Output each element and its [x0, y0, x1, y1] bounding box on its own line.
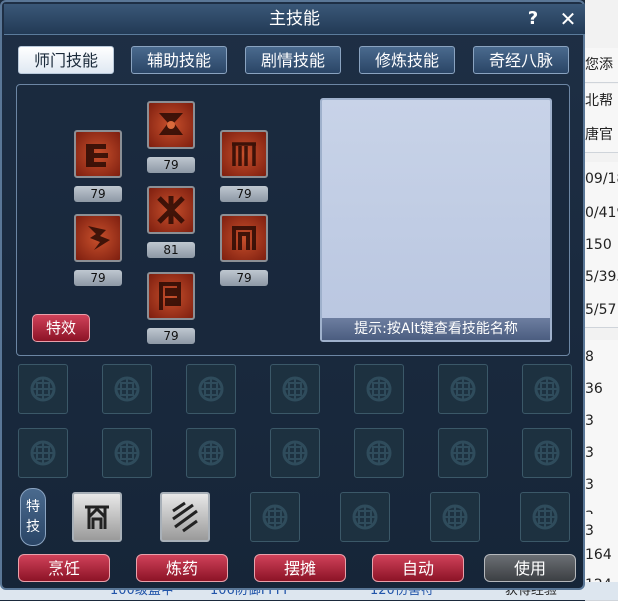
use-button[interactable]: 使用	[484, 554, 576, 582]
skill-slot-3[interactable]	[147, 101, 195, 149]
skill-slot-4[interactable]	[147, 186, 195, 234]
skills-window: 主技能 ? ✕ 师门技能 辅助技能 剧情技能 修炼技能 奇经八脉 79 79 7…	[0, 0, 585, 590]
empty-skill-slot[interactable]	[438, 364, 488, 414]
empty-skill-slot[interactable]	[186, 428, 236, 478]
skill-level-7: 79	[220, 270, 268, 286]
skill-info-panel: 提示:按Alt键查看技能名称	[320, 98, 552, 342]
crossed-blades-icon	[159, 113, 183, 135]
effects-button[interactable]: 特效	[32, 314, 90, 342]
gate-icon	[232, 142, 256, 166]
empty-skill-slot[interactable]	[438, 428, 488, 478]
knot-emblem-icon	[534, 376, 560, 402]
knot-emblem-icon	[282, 440, 308, 466]
skill-level-3: 79	[147, 157, 195, 173]
bg-text-4: 09/18	[585, 162, 618, 197]
empty-skill-slot[interactable]	[270, 364, 320, 414]
knot-emblem-icon	[114, 440, 140, 466]
tab-meridians[interactable]: 奇经八脉	[473, 46, 569, 74]
bg-text-7: 5/395	[585, 260, 618, 295]
bg-text-12: 3	[585, 436, 618, 471]
empty-skill-slot[interactable]	[102, 428, 152, 478]
bg-text-3: 唐官	[585, 118, 618, 153]
empty-skill-slot[interactable]	[354, 428, 404, 478]
knot-emblem-icon	[450, 376, 476, 402]
empty-skill-slot[interactable]	[18, 428, 68, 478]
tab-assist-skills[interactable]: 辅助技能	[131, 46, 227, 74]
tab-story-skills[interactable]: 剧情技能	[245, 46, 341, 74]
tab-school-skills[interactable]: 师门技能	[18, 46, 114, 74]
skill-slot-5[interactable]	[147, 272, 195, 320]
column-rune-icon	[232, 226, 256, 250]
knot-emblem-icon	[30, 376, 56, 402]
empty-special-slot[interactable]	[520, 492, 570, 542]
armor-rune-icon	[85, 505, 109, 529]
skill-level-1: 79	[74, 186, 122, 202]
bg-text-11: 3	[585, 404, 618, 439]
empty-special-slot[interactable]	[250, 492, 300, 542]
empty-skill-slot[interactable]	[354, 364, 404, 414]
empty-skill-slot[interactable]	[522, 364, 572, 414]
bg-text-16: 164	[585, 540, 618, 571]
skill-slot-2[interactable]	[74, 214, 122, 262]
special-skill-2[interactable]	[160, 492, 210, 542]
bg-text-5: 0/419	[585, 196, 618, 231]
triple-cross-icon	[157, 196, 185, 224]
skill-slot-6[interactable]	[220, 130, 268, 178]
knot-emblem-icon	[114, 376, 140, 402]
bg-text-8: 5/571	[585, 293, 618, 328]
knot-emblem-icon	[532, 504, 558, 530]
knot-emblem-icon	[198, 376, 224, 402]
skill-level-2: 79	[74, 270, 122, 286]
sword-emblem-icon	[86, 144, 108, 167]
knot-emblem-icon	[30, 440, 56, 466]
knot-emblem-icon	[352, 504, 378, 530]
cooking-button[interactable]: 烹饪	[18, 554, 110, 582]
skill-level-5: 79	[147, 328, 195, 344]
empty-skill-slot[interactable]	[186, 364, 236, 414]
empty-special-slot[interactable]	[430, 492, 480, 542]
tab-cultivation-skills[interactable]: 修炼技能	[359, 46, 455, 74]
knot-emblem-icon	[262, 504, 288, 530]
knot-emblem-icon	[198, 440, 224, 466]
auto-button[interactable]: 自动	[372, 554, 464, 582]
knot-emblem-icon	[366, 376, 392, 402]
special-skill-1[interactable]	[72, 492, 122, 542]
knot-emblem-icon	[366, 440, 392, 466]
stall-button[interactable]: 摆摊	[254, 554, 346, 582]
bg-text-13: 3	[585, 468, 618, 503]
knot-emblem-icon	[534, 440, 560, 466]
special-skill-badge: 特技	[20, 488, 46, 546]
alchemy-button[interactable]: 炼药	[136, 554, 228, 582]
close-button[interactable]: ✕	[556, 8, 580, 30]
special-skill-badge-label: 特技	[26, 499, 40, 535]
flag-banner-icon	[159, 282, 181, 310]
empty-skill-slot[interactable]	[18, 364, 68, 414]
skill-slot-1[interactable]	[74, 130, 122, 178]
skill-level-4: 81	[147, 242, 195, 258]
skill-level-6: 79	[220, 186, 268, 202]
window-title: 主技能	[269, 9, 320, 29]
bg-text-10: 36	[585, 372, 618, 407]
knot-emblem-icon	[282, 376, 308, 402]
bg-text-2: 北帮	[585, 84, 618, 119]
hint-text: 提示:按Alt键查看技能名称	[322, 318, 550, 340]
bg-text-1: 您添	[585, 48, 618, 83]
title-bar[interactable]: 主技能 ? ✕	[4, 4, 585, 35]
bg-text-9: 8	[585, 340, 618, 375]
knot-emblem-icon	[450, 440, 476, 466]
knot-emblem-icon	[442, 504, 468, 530]
skill-slot-7[interactable]	[220, 214, 268, 262]
bg-text-6: 150	[585, 228, 618, 263]
empty-skill-slot[interactable]	[522, 428, 572, 478]
slash-rune-icon	[172, 501, 198, 533]
dragon-claw-icon	[88, 226, 110, 250]
help-button[interactable]: ?	[522, 8, 544, 30]
empty-skill-slot[interactable]	[102, 364, 152, 414]
empty-special-slot[interactable]	[340, 492, 390, 542]
empty-skill-slot[interactable]	[270, 428, 320, 478]
